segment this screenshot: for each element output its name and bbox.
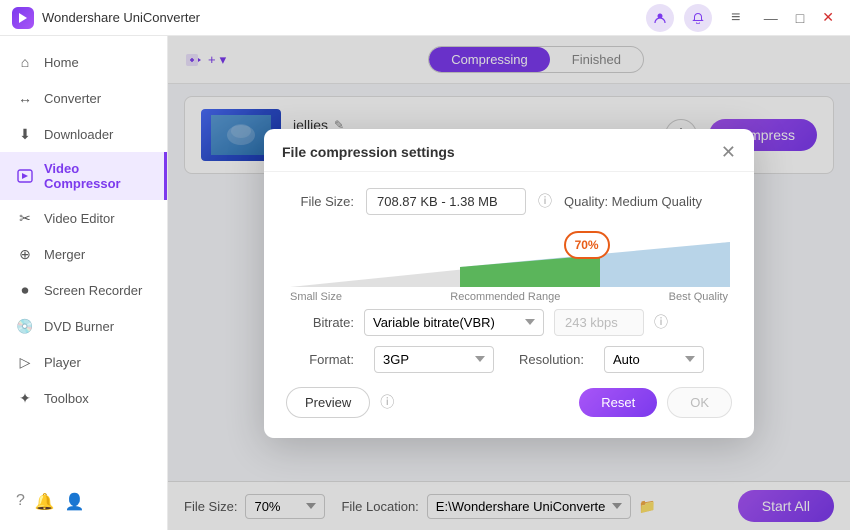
modal-overlay: File compression settings ✕ File Size: ⓘ… xyxy=(168,36,850,530)
help-icon[interactable]: ? xyxy=(16,492,25,512)
modal-close-button[interactable]: ✕ xyxy=(721,143,736,161)
sidebar-item-label: Screen Recorder xyxy=(44,283,142,298)
preview-button[interactable]: Preview xyxy=(286,387,370,418)
file-size-form-label: File Size: xyxy=(286,194,354,209)
sidebar-item-label: Downloader xyxy=(44,127,113,142)
home-icon: ⌂ xyxy=(16,53,34,71)
preview-info-icon[interactable]: ⓘ xyxy=(380,392,394,412)
sidebar-item-label: Player xyxy=(44,355,81,370)
app-title: Wondershare UniConverter xyxy=(42,10,646,25)
dvd-burner-icon: 💿 xyxy=(16,317,34,335)
recommended-label: Recommended Range xyxy=(450,291,560,303)
bitrate-info-icon[interactable]: ⓘ xyxy=(654,312,668,332)
bell-icon-btn[interactable] xyxy=(684,4,712,32)
modal-header: File compression settings ✕ xyxy=(264,129,754,172)
bitrate-value-input[interactable] xyxy=(554,309,644,336)
video-editor-icon: ✂ xyxy=(16,209,34,227)
sidebar-item-label: Merger xyxy=(44,247,85,262)
best-quality-label: Best Quality xyxy=(669,291,728,303)
sidebar-item-toolbox[interactable]: ✦ Toolbox xyxy=(0,380,167,416)
player-icon: ▷ xyxy=(16,353,34,371)
file-size-input[interactable] xyxy=(366,188,526,215)
sidebar-item-label: Video Compressor xyxy=(44,161,148,191)
toolbox-icon: ✦ xyxy=(16,389,34,407)
sidebar-item-label: Converter xyxy=(44,91,101,106)
reset-button[interactable]: Reset xyxy=(579,388,657,417)
footer-bell-icon[interactable]: 🔔 xyxy=(35,492,55,512)
file-size-row: File Size: ⓘ Quality: Medium Quality xyxy=(286,188,732,215)
sidebar-item-player[interactable]: ▷ Player xyxy=(0,344,167,380)
file-compression-modal: File compression settings ✕ File Size: ⓘ… xyxy=(264,129,754,438)
slider-track[interactable]: 70% xyxy=(290,227,728,287)
quality-text: Quality: Medium Quality xyxy=(564,194,702,209)
window-controls: ≡ — □ ✕ xyxy=(646,4,838,32)
resolution-label: Resolution: xyxy=(514,352,584,367)
sidebar-footer: ? 🔔 👤 xyxy=(0,482,167,522)
converter-icon: ↔ xyxy=(16,89,34,107)
format-select[interactable]: 3GP MP4 AVI MOV xyxy=(374,346,494,373)
bitrate-label: Bitrate: xyxy=(286,315,354,330)
slider-indicator: 70% xyxy=(564,231,610,259)
sidebar-item-merger[interactable]: ⊕ Merger xyxy=(0,236,167,272)
small-size-label: Small Size xyxy=(290,291,342,303)
sidebar-item-video-compressor[interactable]: Video Compressor xyxy=(0,152,167,200)
sidebar-item-label: Home xyxy=(44,55,79,70)
modal-footer: Preview ⓘ Reset OK xyxy=(264,387,754,418)
bitrate-row: Bitrate: Variable bitrate(VBR) Constant … xyxy=(286,309,732,336)
sidebar-item-label: Toolbox xyxy=(44,391,89,406)
sidebar: ⌂ Home ↔ Converter ⬇ Downloader Video Co… xyxy=(0,36,168,530)
sidebar-item-home[interactable]: ⌂ Home xyxy=(0,44,167,80)
resolution-select[interactable]: Auto 1080p 720p 480p xyxy=(604,346,704,373)
screen-recorder-icon: ⏺ xyxy=(16,281,34,299)
format-row: Format: 3GP MP4 AVI MOV Resolution: Auto… xyxy=(286,346,732,373)
sidebar-item-screen-recorder[interactable]: ⏺ Screen Recorder xyxy=(0,272,167,308)
sidebar-item-downloader[interactable]: ⬇ Downloader xyxy=(0,116,167,152)
footer-user-icon[interactable]: 👤 xyxy=(65,492,85,512)
maximize-button[interactable]: □ xyxy=(792,10,808,26)
close-button[interactable]: ✕ xyxy=(818,9,838,26)
video-compressor-icon xyxy=(16,167,34,185)
titlebar: Wondershare UniConverter ≡ — □ ✕ xyxy=(0,0,850,36)
modal-body: File Size: ⓘ Quality: Medium Quality xyxy=(264,172,754,373)
bitrate-select[interactable]: Variable bitrate(VBR) Constant bitrate(C… xyxy=(364,309,544,336)
file-size-info-icon[interactable]: ⓘ xyxy=(538,191,552,211)
format-label: Format: xyxy=(286,352,354,367)
slider-area: 70% Small Size Recommended Range Best Qu… xyxy=(286,227,732,303)
downloader-icon: ⬇ xyxy=(16,125,34,143)
sidebar-item-video-editor[interactable]: ✂ Video Editor xyxy=(0,200,167,236)
minimize-button[interactable]: — xyxy=(760,10,782,26)
user-icon-btn[interactable] xyxy=(646,4,674,32)
modal-title: File compression settings xyxy=(282,144,455,160)
sidebar-item-label: Video Editor xyxy=(44,211,115,226)
slider-labels: Small Size Recommended Range Best Qualit… xyxy=(290,291,728,303)
menu-icon-btn[interactable]: ≡ xyxy=(722,4,750,32)
app-logo xyxy=(12,7,34,29)
merger-icon: ⊕ xyxy=(16,245,34,263)
sidebar-item-converter[interactable]: ↔ Converter xyxy=(0,80,167,116)
sidebar-item-dvd-burner[interactable]: 💿 DVD Burner xyxy=(0,308,167,344)
ok-button[interactable]: OK xyxy=(667,387,732,418)
slider-wedge-svg xyxy=(290,237,730,287)
main-layout: ⌂ Home ↔ Converter ⬇ Downloader Video Co… xyxy=(0,36,850,530)
content-area: + ▾ Compressing Finished xyxy=(168,36,850,530)
sidebar-item-label: DVD Burner xyxy=(44,319,114,334)
